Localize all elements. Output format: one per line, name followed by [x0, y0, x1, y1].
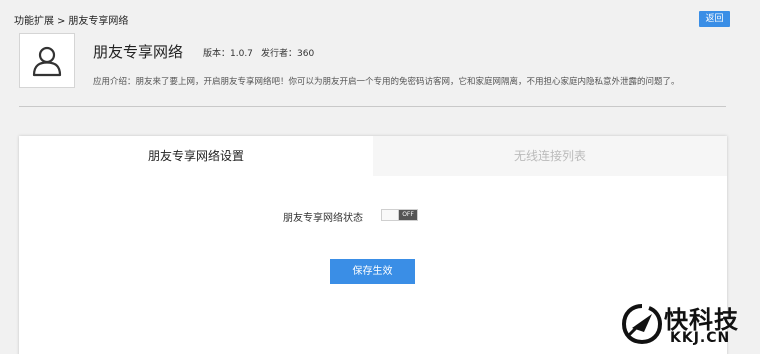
app-publisher: 发行者：360: [261, 49, 315, 59]
breadcrumb: 功能扩展 > 朋友专享网络: [14, 12, 128, 27]
tab-network-settings[interactable]: 朋友专享网络设置: [19, 136, 373, 176]
settings-panel: 朋友专享网络设置 无线连接列表 朋友专享网络状态 OFF 保存生效: [19, 136, 727, 354]
user-silhouette-icon: [32, 46, 62, 76]
toggle-knob: [382, 210, 399, 220]
watermark: 快科技 KKJ.CN: [622, 300, 756, 350]
save-button[interactable]: 保存生效: [330, 259, 415, 284]
app-title: 朋友专享网络: [93, 43, 184, 61]
toggle-state-label: OFF: [399, 210, 417, 220]
app-version: 版本：1.0.7: [203, 49, 253, 59]
network-status-label: 朋友专享网络状态: [283, 213, 363, 224]
breadcrumb-separator: >: [57, 16, 66, 27]
network-status-toggle[interactable]: OFF: [381, 209, 418, 221]
watermark-url: KKJ.CN: [670, 330, 731, 346]
breadcrumb-parent-link[interactable]: 功能扩展: [14, 16, 54, 27]
back-button[interactable]: 返回: [699, 11, 730, 27]
app-description: 应用介绍：朋友来了要上网，开启朋友专享网络吧！你可以为朋友开启一个专用的免密码访…: [93, 77, 680, 87]
breadcrumb-current: 朋友专享网络: [68, 16, 129, 27]
header-divider: [19, 106, 726, 107]
watermark-logo-icon: [622, 304, 662, 345]
tab-wireless-list[interactable]: 无线连接列表: [373, 136, 727, 176]
app-icon-frame: [19, 33, 75, 88]
